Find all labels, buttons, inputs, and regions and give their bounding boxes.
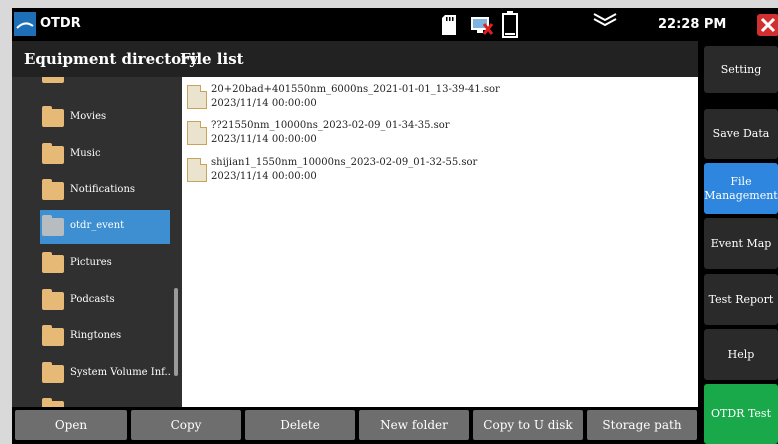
setting-button[interactable]: Setting (704, 46, 778, 93)
folder-item-partial[interactable] (40, 77, 170, 91)
save-data-button[interactable]: Save Data (704, 109, 778, 159)
folder-icon (42, 215, 64, 236)
file-date: 2023/11/14 00:00:00 (211, 134, 317, 145)
folder-item-notifications[interactable]: Notifications (40, 174, 170, 208)
folder-icon (42, 289, 64, 310)
folder-item-system-volume[interactable]: System Volume Inf... (40, 357, 170, 391)
test-report-button[interactable]: Test Report (704, 274, 778, 325)
status-bar: OTDR 22:28 PM (12, 8, 778, 41)
directory-scrollbar[interactable] (174, 288, 178, 376)
battery-icon (502, 11, 518, 38)
otdr-screen: OTDR 22:28 PM Equipment directory File l… (12, 8, 778, 444)
file-icon (187, 85, 207, 109)
new-folder-button[interactable]: New folder (359, 410, 469, 440)
file-management-button[interactable]: File Management (704, 163, 778, 214)
directory-title: Equipment directory (24, 50, 198, 68)
open-button[interactable]: Open (15, 410, 127, 440)
folder-label: Notifications (70, 184, 136, 195)
folder-label: Ringtones (70, 330, 122, 341)
folder-icon (42, 143, 64, 164)
folder-label: System Volume Inf... (70, 367, 170, 378)
delete-button[interactable]: Delete (245, 410, 355, 440)
folder-item-ringtones[interactable]: Ringtones (40, 320, 170, 354)
folder-icon (42, 179, 64, 200)
otdr-test-button[interactable]: OTDR Test (704, 384, 778, 444)
bottom-toolbar: Open Copy Delete New folder Copy to U di… (12, 407, 698, 444)
copy-to-u-disk-button[interactable]: Copy to U disk (473, 410, 583, 440)
folder-icon (42, 77, 64, 83)
file-item[interactable]: shijian1_1550nm_10000ns_2023-02-09_01-32… (185, 155, 685, 189)
folder-item-partial-bottom[interactable] (40, 393, 170, 407)
file-management-label-line1: File (730, 174, 752, 188)
signal-icon (593, 13, 617, 26)
right-menu: Setting Save Data File Management Event … (698, 41, 778, 444)
folder-icon (42, 252, 64, 273)
file-list-panel[interactable]: 20+20bad+401550nm_6000ns_2021-01-01_13-3… (182, 77, 698, 407)
folder-label: Music (70, 148, 101, 159)
event-map-button[interactable]: Event Map (704, 218, 778, 269)
close-button[interactable] (757, 14, 778, 36)
file-list-title: File list (180, 50, 244, 68)
file-name: ??21550nm_10000ns_2023-02-09_01-34-35.so… (211, 120, 450, 131)
folder-label: otdr_event (70, 220, 125, 231)
file-item[interactable]: ??21550nm_10000ns_2023-02-09_01-34-35.so… (185, 118, 685, 152)
file-date: 2023/11/14 00:00:00 (211, 171, 317, 182)
folder-item-otdr-event[interactable]: otdr_event (40, 210, 170, 244)
file-date: 2023/11/14 00:00:00 (211, 98, 317, 109)
app-title: OTDR (40, 16, 81, 31)
file-management-label-line2: Management (704, 188, 778, 202)
folder-label: Pictures (70, 257, 112, 268)
sd-card-icon (442, 15, 456, 35)
network-disconnected-icon (471, 17, 494, 35)
folder-item-movies[interactable]: Movies (40, 101, 170, 135)
folder-icon (42, 325, 64, 346)
storage-path-button[interactable]: Storage path (587, 410, 697, 440)
file-name: 20+20bad+401550nm_6000ns_2021-01-01_13-3… (211, 84, 500, 95)
file-icon (187, 158, 207, 182)
folder-item-pictures[interactable]: Pictures (40, 247, 170, 281)
folder-icon (42, 362, 64, 383)
folder-item-podcasts[interactable]: Podcasts (40, 284, 170, 318)
folder-label: Podcasts (70, 294, 115, 305)
file-name: shijian1_1550nm_10000ns_2023-02-09_01-32… (211, 157, 478, 168)
directory-panel[interactable]: Movies Music Notifications otdr_event Pi… (12, 77, 182, 407)
file-icon (187, 121, 207, 145)
help-button[interactable]: Help (704, 329, 778, 380)
clock: 22:28 PM (658, 17, 727, 32)
app-logo-icon (14, 12, 36, 36)
folder-item-music[interactable]: Music (40, 138, 170, 172)
file-item[interactable]: 20+20bad+401550nm_6000ns_2021-01-01_13-3… (185, 82, 685, 116)
folder-icon (42, 106, 64, 127)
copy-button[interactable]: Copy (131, 410, 241, 440)
folder-label: Movies (70, 111, 107, 122)
panel-header: Equipment directory File list (12, 41, 698, 77)
close-icon (760, 17, 776, 33)
